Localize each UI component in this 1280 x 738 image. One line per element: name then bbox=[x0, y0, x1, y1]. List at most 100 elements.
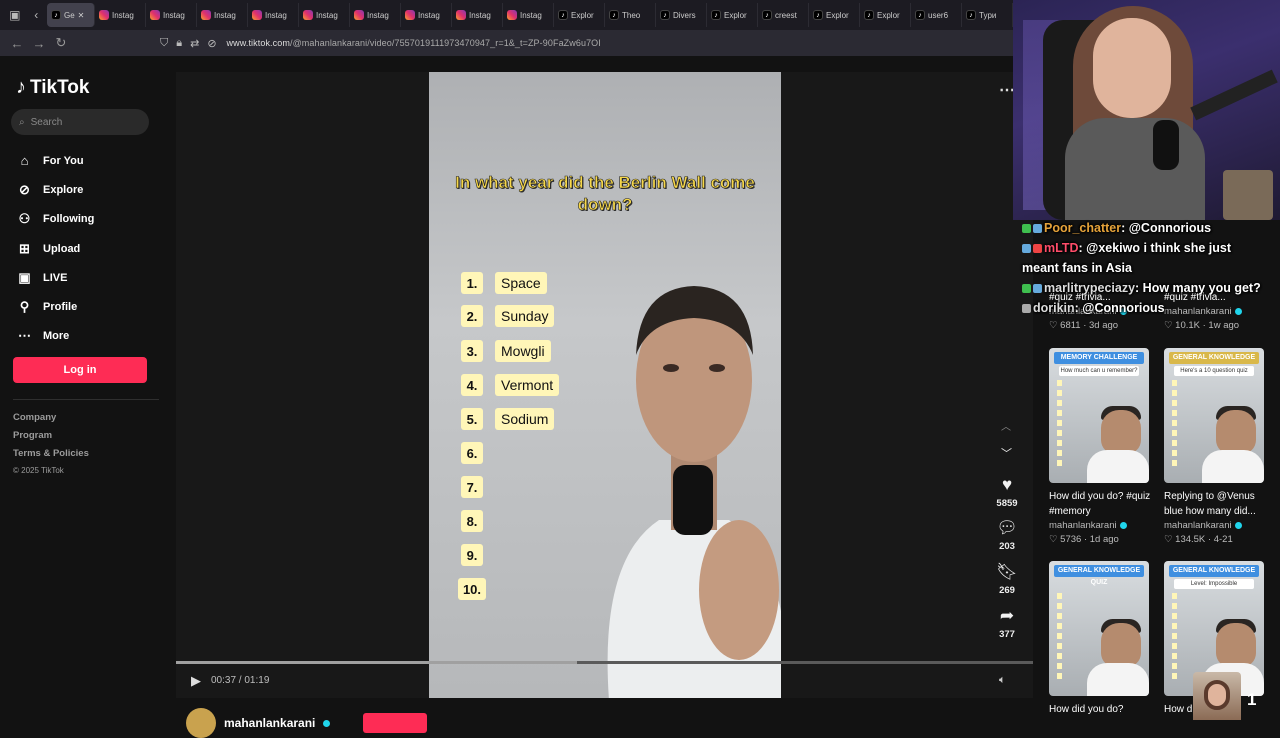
browser-nav-bar: ← → ↻ ⛉ 🔒︎ ⇄ ⊘ www.tiktok.com/@mahanlank… bbox=[0, 30, 1013, 56]
chat-badge-icon bbox=[1033, 224, 1042, 234]
browser-tab-bar: ▣ ‹ ♪ Ge ✕ Instag Instag Instag Instag Instag In… bbox=[0, 0, 1013, 30]
browser-tab[interactable]: Instag bbox=[197, 3, 248, 27]
browser-tab[interactable]: ♪ Typи bbox=[962, 3, 1013, 27]
like-count: 5859 bbox=[996, 498, 1018, 509]
more-icon: ⋯ bbox=[18, 328, 31, 344]
browser-tab[interactable]: Instag bbox=[503, 3, 554, 27]
video-thumbnail[interactable]: GENERAL KNOWLEDGE QUIZ bbox=[1049, 561, 1149, 696]
video-thumbnail[interactable]: GENERAL KNOWLEDGE QUIZHere's a 10 questi… bbox=[1164, 348, 1264, 483]
tab-label: user6 bbox=[928, 10, 949, 20]
browser-tab[interactable]: Instag bbox=[452, 3, 503, 27]
author-name[interactable]: mahanlankarani bbox=[224, 716, 315, 730]
instagram-icon bbox=[99, 10, 109, 20]
comment-button[interactable]: 💬︎ 203 bbox=[987, 517, 1027, 552]
bookmark-icon: 🔖︎ bbox=[996, 562, 1018, 581]
chat-text: : @Connorious bbox=[1121, 221, 1212, 235]
back-icon[interactable]: ← bbox=[6, 36, 28, 51]
like-button[interactable]: ♥ 5859 bbox=[987, 474, 1027, 509]
tab-label: Ge bbox=[64, 10, 75, 20]
permissions-icon[interactable]: ⇄ bbox=[190, 37, 199, 50]
upload-icon: ⊞ bbox=[19, 240, 30, 256]
address-bar[interactable]: www.tiktok.com/@mahanlankarani/video/755… bbox=[227, 38, 601, 48]
chat-text: : @xekiwo i think she just bbox=[1078, 241, 1232, 255]
chat-badge-icon bbox=[1022, 304, 1031, 314]
tab-overview-icon[interactable]: ▣ bbox=[4, 4, 26, 26]
tab-label: Instag bbox=[214, 10, 236, 20]
follow-button[interactable] bbox=[363, 713, 427, 733]
quiz-number: 4. bbox=[461, 374, 483, 396]
browser-tab[interactable]: ♪ Divers bbox=[656, 3, 707, 27]
recommended-video-card[interactable]: GENERAL KNOWLEDGE QUIZHere's a 10 questi… bbox=[1164, 348, 1266, 545]
tab-label: Explor bbox=[724, 10, 747, 20]
login-button[interactable]: Log in bbox=[13, 357, 147, 383]
card-author[interactable]: mahanlankarani bbox=[1049, 520, 1117, 531]
reload-icon[interactable]: ↻ bbox=[50, 35, 72, 51]
sidebar-item-profile[interactable]: ⚲ Profile bbox=[16, 292, 94, 321]
next-video-icon[interactable]: ﹀ bbox=[1001, 445, 1012, 461]
card-title[interactable]: How did you do? #quiz #memory bbox=[1049, 489, 1151, 519]
share-button[interactable]: ➦ 377 bbox=[987, 605, 1027, 640]
avatar[interactable] bbox=[186, 708, 216, 738]
browser-tab[interactable]: ♪ user6 bbox=[911, 3, 962, 27]
recommended-video-card[interactable]: GENERAL KNOWLEDGE QUIZ How did you do? bbox=[1049, 561, 1151, 732]
browser-tab[interactable]: ♪ Explor bbox=[809, 3, 860, 27]
save-button[interactable]: 🔖︎ 269 bbox=[987, 561, 1027, 596]
sidebar-item-more[interactable]: ⋯ More bbox=[16, 322, 94, 351]
video-time: 00:37 / 01:19 bbox=[211, 675, 270, 686]
sidebar-item-upload[interactable]: ⊞ Upload bbox=[16, 234, 94, 263]
volume-icon[interactable]: 🔈︎ bbox=[999, 674, 1006, 687]
forward-icon[interactable]: → bbox=[28, 36, 50, 51]
tracking-icon[interactable]: ⊘ bbox=[207, 37, 216, 50]
chat-badge-icon bbox=[1022, 284, 1031, 294]
card-title[interactable]: How did you do? bbox=[1049, 702, 1151, 732]
browser-tab[interactable]: ♪ creest bbox=[758, 3, 809, 27]
browser-tab[interactable]: ♪ Ge ✕ bbox=[47, 3, 95, 27]
browser-tab[interactable]: Instag bbox=[248, 3, 299, 27]
browser-tab[interactable]: Instag bbox=[350, 3, 401, 27]
close-tab-icon[interactable]: ✕ bbox=[78, 11, 85, 20]
footer-link-company[interactable]: Company bbox=[13, 412, 89, 430]
video-thumbnail[interactable]: MEMORY CHALLENGE How much can u remember? bbox=[1049, 348, 1149, 483]
previous-video-icon[interactable]: ︿ bbox=[1001, 418, 1011, 433]
footer-link-program[interactable]: Program bbox=[13, 430, 89, 448]
search-input[interactable]: ⌕ Search bbox=[11, 109, 149, 135]
sidebar-item-for-you[interactable]: ⌂ For You bbox=[16, 146, 94, 175]
lock-icon[interactable]: 🔒︎ bbox=[176, 37, 182, 50]
browser-tab[interactable]: ♪ Explor bbox=[554, 3, 605, 27]
quiz-answer: Sodium bbox=[495, 408, 555, 430]
chat-text: : @Connorious bbox=[1074, 301, 1165, 315]
recommended-video-card[interactable]: MEMORY CHALLENGE How much can u remember?… bbox=[1049, 348, 1151, 545]
quiz-number: 2. bbox=[461, 305, 483, 327]
instagram-icon bbox=[405, 10, 415, 20]
tab-scroll-left-icon[interactable]: ‹ bbox=[26, 4, 48, 26]
browser-tab[interactable]: ♪ Explor bbox=[860, 3, 911, 27]
video-player[interactable]: In what year did the Berlin Wall come do… bbox=[176, 72, 1033, 698]
tab-label: Divers bbox=[673, 10, 696, 20]
sidebar-item-label: LIVE bbox=[43, 271, 68, 284]
tiktok-logo[interactable]: ♪ TikTok bbox=[16, 76, 89, 99]
browser-tab[interactable]: Instag bbox=[95, 3, 146, 27]
browser-tab[interactable]: Instag bbox=[146, 3, 197, 27]
browser-tab[interactable]: Instag bbox=[299, 3, 350, 27]
sidebar-item-label: Profile bbox=[43, 301, 78, 314]
card-title[interactable]: Replying to @Venus blue how many did... bbox=[1164, 489, 1266, 519]
video-frame[interactable]: In what year did the Berlin Wall come do… bbox=[429, 72, 781, 698]
sidebar-item-label: Upload bbox=[43, 242, 81, 255]
video-progress-bar[interactable] bbox=[176, 661, 1033, 664]
author-row[interactable]: mahanlankarani bbox=[186, 708, 331, 738]
browser-tab[interactable]: Instag bbox=[401, 3, 452, 27]
sidebar-item-following[interactable]: ⚇ Following bbox=[16, 205, 95, 234]
card-author[interactable]: mahanlankarani bbox=[1164, 520, 1232, 531]
verified-icon bbox=[323, 719, 331, 727]
shield-icon[interactable]: ⛉ bbox=[160, 37, 168, 50]
play-icon[interactable]: ▶ bbox=[191, 673, 201, 689]
sidebar-nav: ⌂ For You ⊘ Explore ⚇ Following ⊞ Upload ▣ LIVE ⚲ P… bbox=[16, 146, 94, 351]
sidebar-item-explore[interactable]: ⊘ Explore bbox=[16, 175, 94, 204]
quiz-answer: Space bbox=[495, 272, 547, 294]
mini-webcam bbox=[1193, 672, 1241, 720]
browser-tab[interactable]: ♪ Explor bbox=[707, 3, 758, 27]
browser-tab[interactable]: ♪ Theo bbox=[605, 3, 656, 27]
footer-link-terms[interactable]: Terms & Policies bbox=[13, 448, 89, 466]
sidebar-item-live[interactable]: ▣ LIVE bbox=[16, 263, 94, 292]
quiz-number: 7. bbox=[461, 476, 483, 498]
